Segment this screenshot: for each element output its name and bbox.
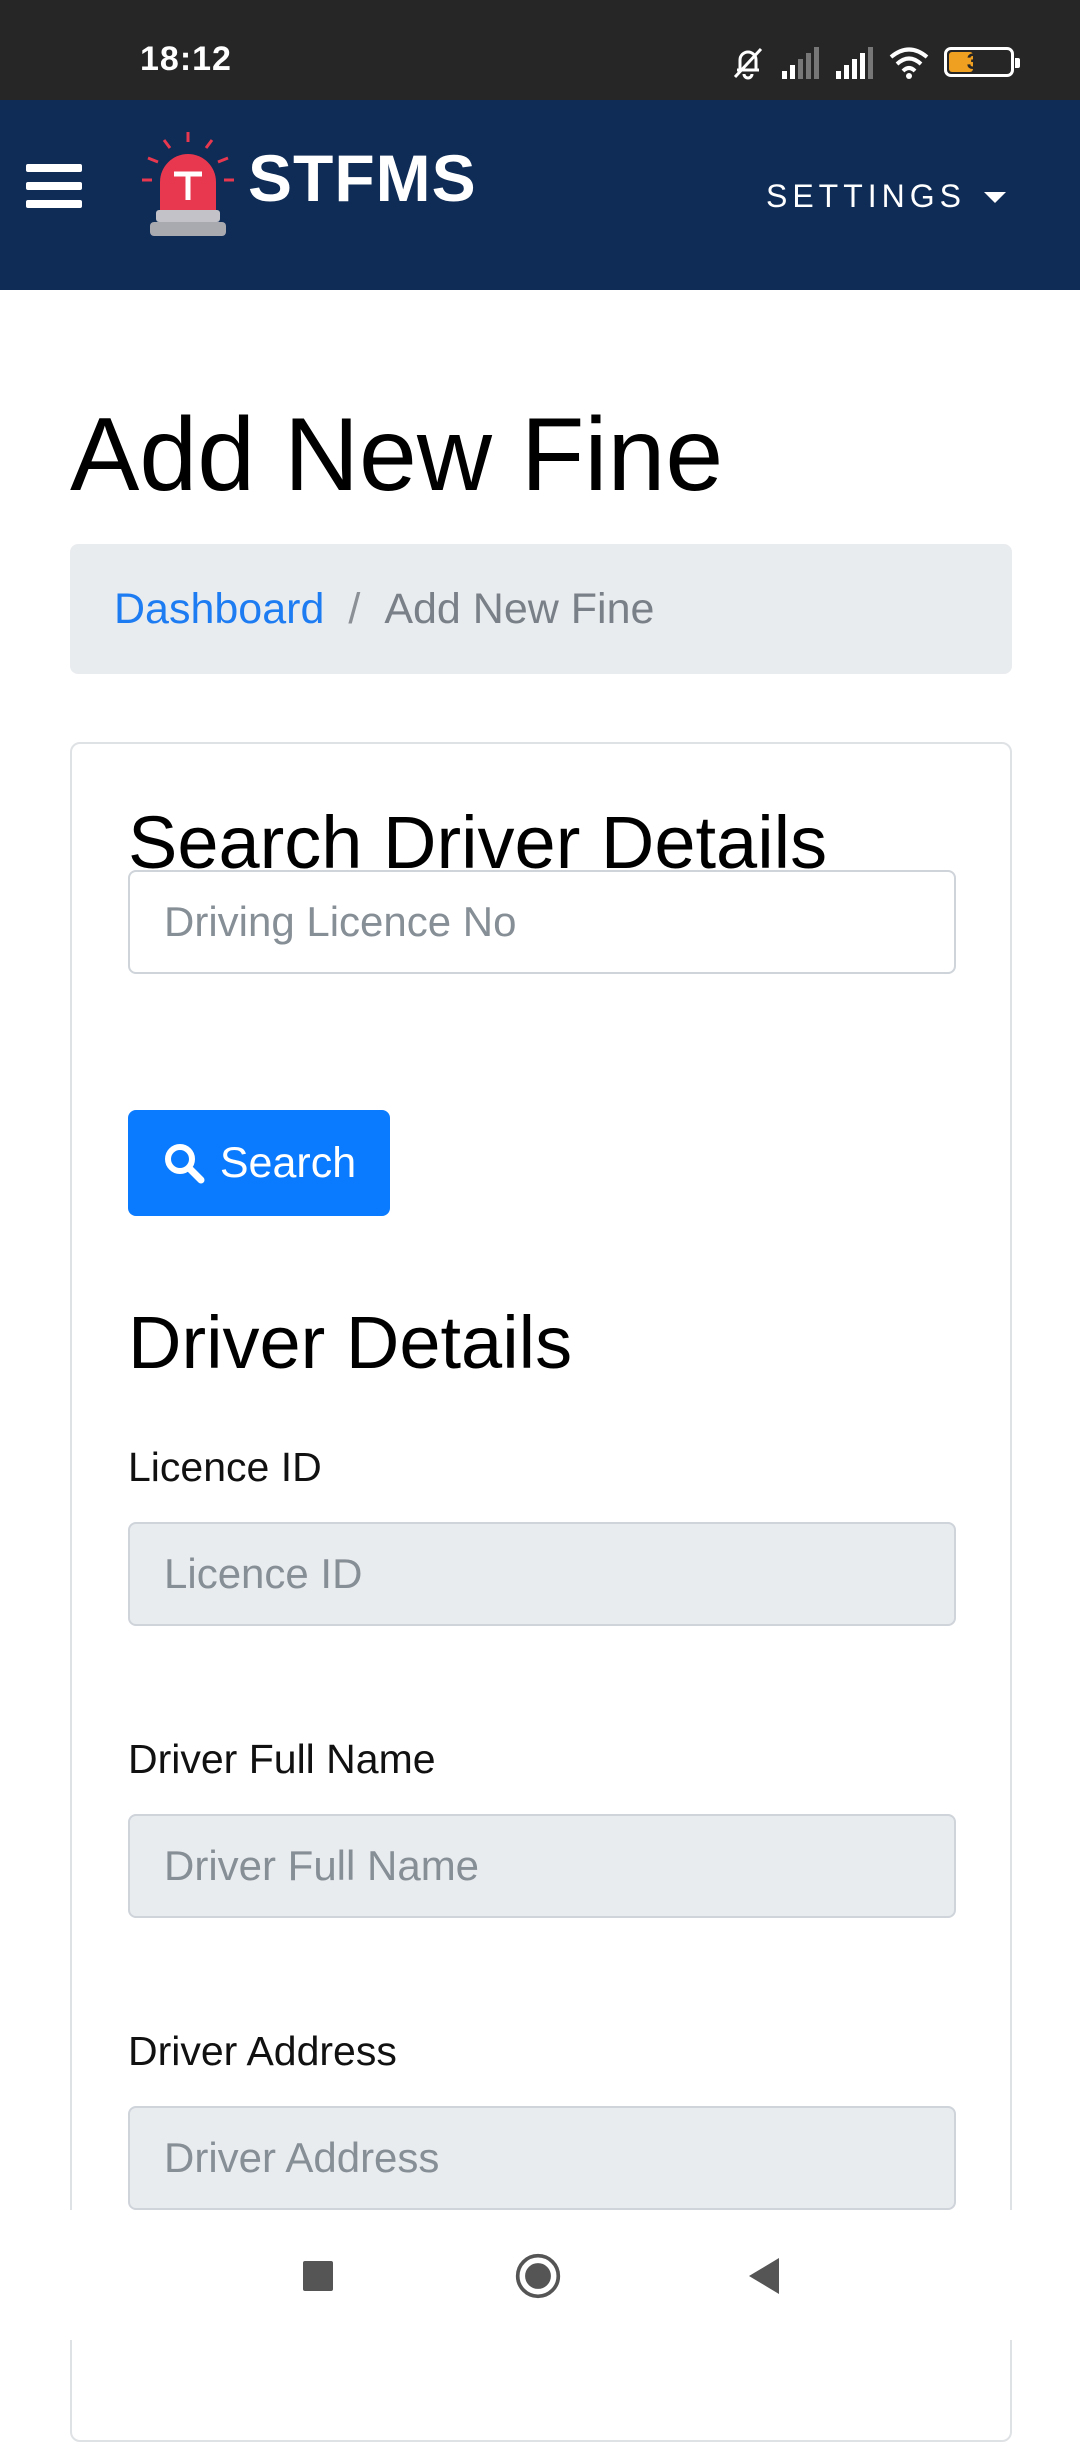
driver-full-name-label: Driver Full Name bbox=[128, 1736, 436, 1782]
settings-label: SETTINGS bbox=[765, 178, 966, 214]
driver-full-name-field[interactable] bbox=[128, 1814, 956, 1918]
siren-logo-icon[interactable] bbox=[136, 128, 240, 240]
breadcrumb-separator: / bbox=[348, 584, 361, 633]
signal-icon bbox=[782, 47, 819, 79]
bell-off-icon bbox=[733, 47, 763, 80]
back-button[interactable] bbox=[740, 2252, 788, 2300]
system-navigation-bar bbox=[0, 2210, 1080, 2340]
status-time: 18:12 bbox=[140, 40, 232, 78]
breadcrumb: Dashboard / Add New Fine bbox=[70, 544, 1012, 674]
app-navbar: STFMS SETTINGS bbox=[0, 100, 1080, 290]
settings-dropdown[interactable]: SETTINGS bbox=[766, 178, 1006, 215]
hamburger-menu-icon[interactable] bbox=[26, 158, 82, 214]
search-button-label: Search bbox=[219, 1138, 357, 1187]
breadcrumb-dashboard-link[interactable]: Dashboard bbox=[114, 585, 324, 634]
circle-home-icon bbox=[515, 2253, 561, 2299]
caret-down-icon bbox=[984, 192, 1006, 203]
driver-address-label: Driver Address bbox=[128, 2028, 397, 2074]
fine-form-card: Search Driver Details Search Driver Deta… bbox=[70, 742, 1012, 2442]
page-title: Add New Fine bbox=[70, 397, 724, 513]
driving-licence-input[interactable] bbox=[128, 870, 956, 974]
driver-details-title: Driver Details bbox=[128, 1301, 573, 1384]
battery-icon: 37 bbox=[944, 47, 1020, 77]
status-icons: 37 bbox=[730, 40, 1020, 84]
status-bar: 18:12 37 bbox=[0, 0, 1080, 100]
home-button[interactable] bbox=[514, 2252, 562, 2300]
back-triangle-icon bbox=[749, 2258, 779, 2294]
recents-button[interactable] bbox=[294, 2252, 342, 2300]
licence-id-field[interactable] bbox=[128, 1522, 956, 1626]
search-button[interactable]: Search bbox=[128, 1110, 390, 1216]
square-icon bbox=[303, 2261, 333, 2291]
wifi-icon bbox=[889, 47, 929, 79]
search-icon bbox=[164, 1144, 205, 1184]
brand-name[interactable]: STFMS bbox=[248, 140, 477, 216]
licence-id-label: Licence ID bbox=[128, 1444, 322, 1490]
breadcrumb-current: Add New Fine bbox=[384, 584, 655, 633]
driver-address-field[interactable] bbox=[128, 2106, 956, 2210]
battery-level: 37 bbox=[966, 49, 992, 74]
signal-icon bbox=[836, 47, 873, 79]
